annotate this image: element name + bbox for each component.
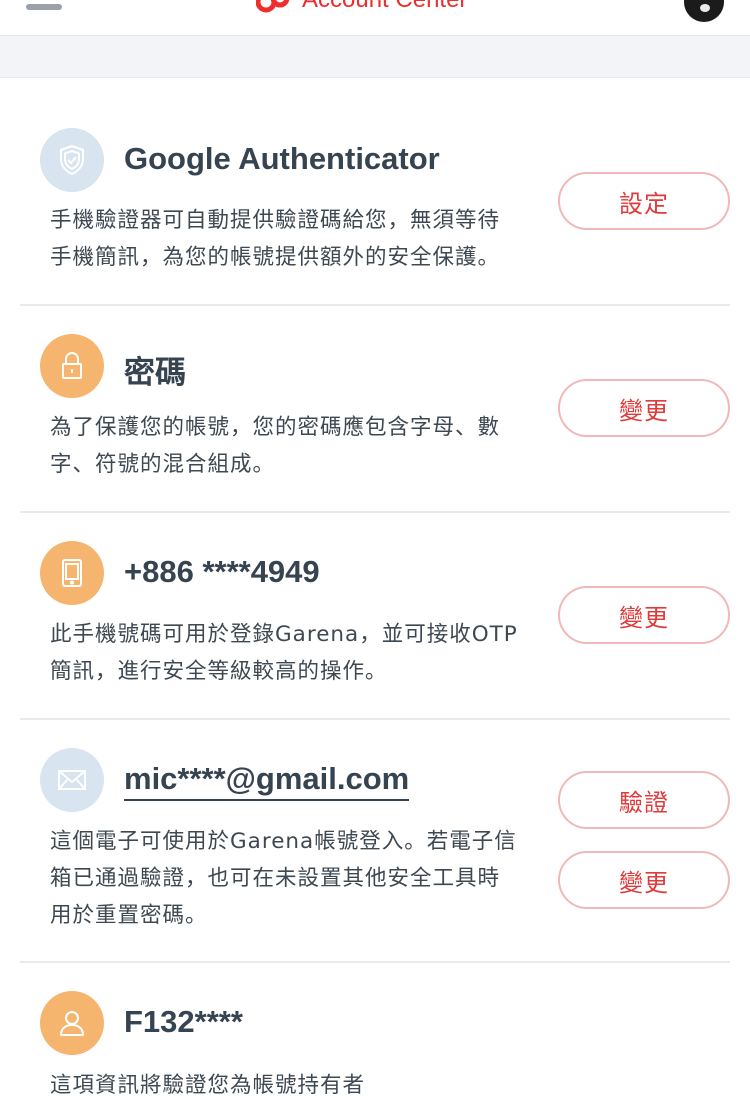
description-line: 此手機號碼可用於登錄Garena，並可接收OTP <box>50 622 518 647</box>
lock-icon <box>40 334 104 398</box>
setup-authenticator-button[interactable]: 設定 <box>558 172 730 230</box>
change-email-button[interactable]: 變更 <box>558 851 730 909</box>
email-description: 這個電子可使用於Garena帳號登入。若電子信 箱已通過驗證，也可在未設置其他安… <box>50 823 540 934</box>
password-description: 為了保護您的帳號，您的密碼應包含字母、數 字、符號的混合組成。 <box>50 409 540 483</box>
app-title: Account Center <box>302 0 467 14</box>
divider <box>20 718 730 720</box>
change-password-button[interactable]: 變更 <box>558 379 730 437</box>
id-user-icon <box>40 991 104 1055</box>
garena-logo-icon <box>256 0 290 13</box>
phone-icon <box>40 541 104 605</box>
description-line: 簡訊，進行安全等級較高的操作。 <box>50 659 388 684</box>
hamburger-menu-icon[interactable] <box>26 4 62 10</box>
divider <box>20 511 730 513</box>
divider <box>20 961 730 963</box>
email-link[interactable]: mic****@gmail.com <box>124 761 410 801</box>
verify-email-button[interactable]: 驗證 <box>558 771 730 829</box>
password-title: 密碼 <box>124 355 186 390</box>
authenticator-title: Google Authenticator <box>124 141 440 176</box>
id-number-title: F132**** <box>124 1004 243 1039</box>
description-line: 這項資訊將驗證您為帳號持有者 <box>50 1073 366 1098</box>
brand[interactable]: Account Center <box>256 0 467 16</box>
description-line: 手機驗證器可自動提供驗證碼給您，無須等待 <box>50 208 501 233</box>
phone-number-title: +886 ****4949 <box>124 554 320 589</box>
divider <box>20 304 730 306</box>
user-avatar-icon[interactable] <box>684 0 724 22</box>
description-line: 為了保護您的帳號，您的密碼應包含字母、數 <box>50 415 501 440</box>
description-line: 用於重置密碼。 <box>50 903 208 928</box>
description-line: 箱已通過驗證，也可在未設置其他安全工具時 <box>50 866 501 891</box>
page-banner <box>0 36 750 78</box>
top-bar: Account Center <box>0 0 750 36</box>
description-line: 這個電子可使用於Garena帳號登入。若電子信 <box>50 829 517 854</box>
description-line: 字、符號的混合組成。 <box>50 452 276 477</box>
id-description: 這項資訊將驗證您為帳號持有者 <box>50 1067 540 1104</box>
description-line: 手機簡訊，為您的帳號提供額外的安全保護。 <box>50 245 501 270</box>
change-phone-button[interactable]: 變更 <box>558 586 730 644</box>
authenticator-description: 手機驗證器可自動提供驗證碼給您，無須等待 手機簡訊，為您的帳號提供額外的安全保護… <box>50 202 540 276</box>
phone-description: 此手機號碼可用於登錄Garena，並可接收OTP 簡訊，進行安全等級較高的操作。 <box>50 616 540 690</box>
envelope-icon <box>40 748 104 812</box>
shield-icon <box>40 128 104 192</box>
